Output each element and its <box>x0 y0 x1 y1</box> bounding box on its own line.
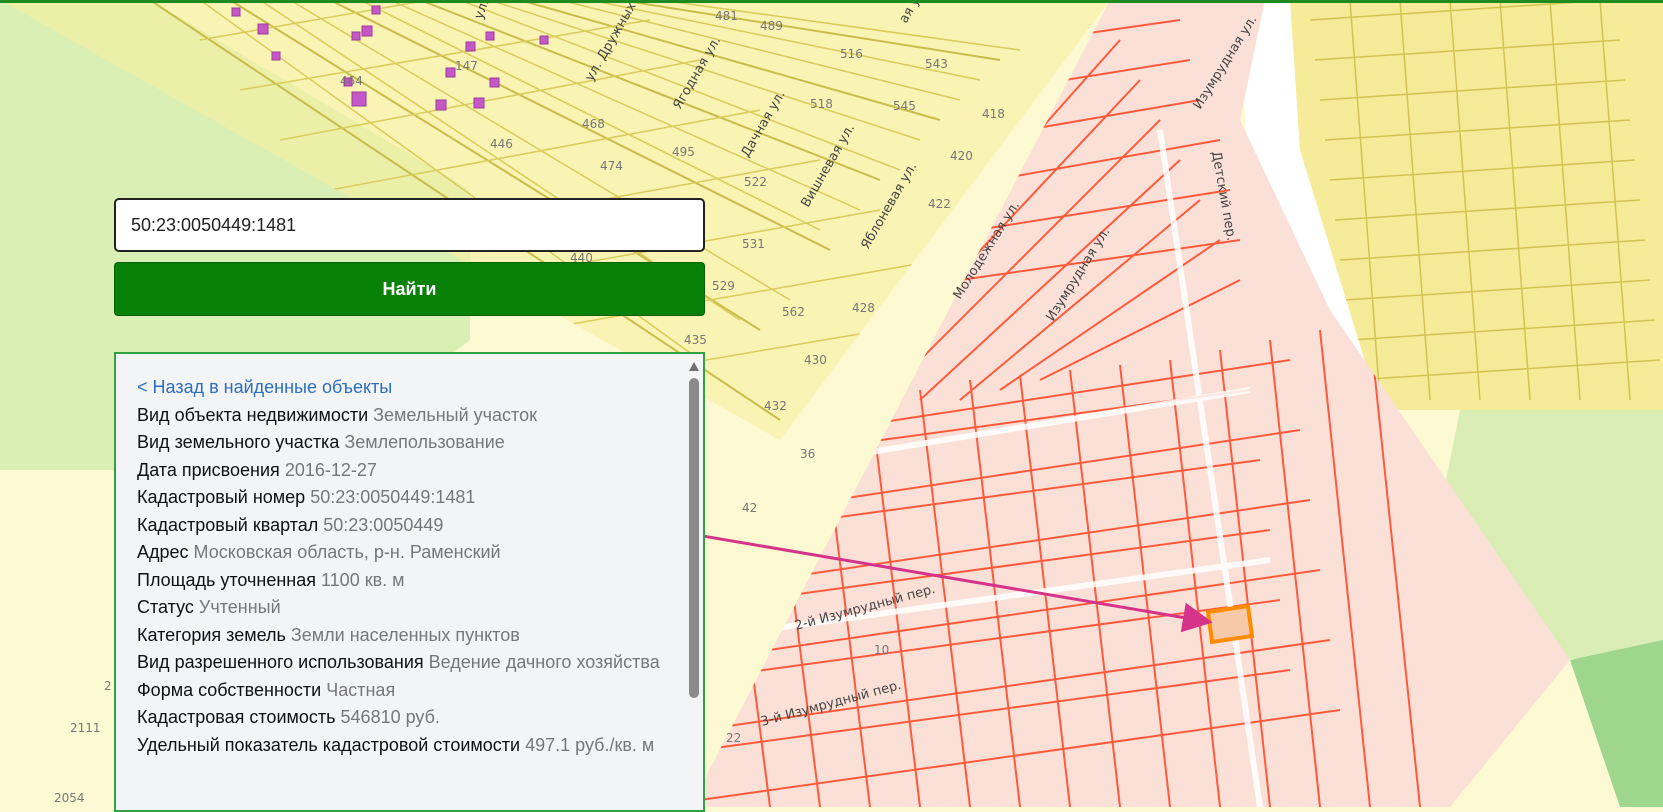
detail-label: Удельный показатель кадастровой стоимост… <box>137 734 521 755</box>
parcel-number: 489 <box>760 19 783 33</box>
find-button[interactable]: Найти <box>114 262 705 316</box>
detail-label: Дата присвоения <box>137 459 280 480</box>
parcel-number: 2054 <box>54 791 85 805</box>
detail-row: Кадастровый номер 50:23:0050449:1481 <box>137 484 677 512</box>
detail-label: Форма собственности <box>137 679 322 700</box>
detail-label: Кадастровый номер <box>137 487 306 507</box>
detail-label: Категория земель <box>137 624 286 645</box>
parcel-number: 10 <box>874 643 889 657</box>
detail-value: 2016-12-27 <box>284 459 377 480</box>
detail-label: Статус <box>137 597 194 617</box>
parcel-number: 22 <box>726 731 741 745</box>
detail-value: 50:23:0050449:1481 <box>310 487 476 507</box>
detail-value: Московская область, р-н. Раменский <box>193 542 501 562</box>
parcel-number: 36 <box>800 447 815 461</box>
detail-row: Кадастровая стоимость 546810 руб. <box>137 704 677 732</box>
detail-value: 1100 кв. м <box>321 569 405 590</box>
detail-row: Площадь уточненная 1100 кв. м <box>137 567 677 595</box>
detail-value: 497.1 руб./кв. м <box>525 734 655 755</box>
parcel-number: 428 <box>852 301 875 315</box>
parcel-number: 430 <box>804 353 827 367</box>
detail-row: Статус Учтенный <box>137 594 677 622</box>
detail-label: Адрес <box>137 542 189 562</box>
detail-label: Вид объекта недвижимости <box>137 404 369 425</box>
detail-value: Учтенный <box>198 597 281 617</box>
detail-label: Вид разрешенного использования <box>137 652 424 672</box>
detail-row: Вид земельного участка Землепользование <box>137 429 677 457</box>
top-accent-bar <box>0 0 1663 3</box>
detail-value: 546810 руб. <box>340 707 440 727</box>
detail-value: Землепользование <box>344 432 505 452</box>
parcel-number: 2 <box>104 679 112 693</box>
parcel-number: 522 <box>744 175 767 189</box>
parcel-number: 543 <box>925 57 948 71</box>
parcel-number: 422 <box>928 197 951 211</box>
detail-row: Категория земель Земли населенных пункто… <box>137 622 677 650</box>
detail-row: Вид разрешенного использования Ведение д… <box>137 649 677 677</box>
detail-value: 50:23:0050449 <box>323 514 444 535</box>
cadastral-search-input[interactable] <box>114 198 705 252</box>
detail-row: Кадастровый квартал 50:23:0050449 <box>137 512 677 540</box>
parcel-number: 42 <box>742 501 757 515</box>
search-box <box>114 198 705 252</box>
selected-parcel[interactable] <box>1205 603 1255 645</box>
parcel-number: 516 <box>840 47 863 61</box>
parcel-number: 432 <box>764 399 787 413</box>
detail-label: Кадастровая стоимость <box>137 707 336 727</box>
detail-label: Кадастровый квартал <box>137 514 319 535</box>
back-to-results-link[interactable]: < Назад в найденные объекты <box>137 374 677 402</box>
detail-value: Земельный участок <box>373 404 537 425</box>
detail-row: Вид объекта недвижимости Земельный участ… <box>137 402 677 430</box>
parcel-number: 446 <box>490 137 513 151</box>
parcel-number: 468 <box>582 117 605 131</box>
panel-scrollbar[interactable] <box>688 360 700 810</box>
scroll-up-arrow-icon[interactable] <box>689 362 699 371</box>
detail-value: Земли населенных пунктов <box>290 624 520 645</box>
parcel-number: 495 <box>672 145 695 159</box>
parcel-number: 420 <box>950 149 973 163</box>
parcel-number: 518 <box>810 97 833 111</box>
parcel-number: 474 <box>600 159 623 173</box>
parcel-number: 435 <box>684 333 707 347</box>
detail-label: Вид земельного участка <box>137 432 340 452</box>
scroll-thumb[interactable] <box>689 378 699 698</box>
detail-row: Форма собственности Частная <box>137 677 677 705</box>
detail-value: Ведение дачного хозяйства <box>428 652 660 672</box>
parcel-number: 2111 <box>70 721 101 735</box>
detail-value: Частная <box>326 679 396 700</box>
detail-label: Площадь уточненная <box>137 569 316 590</box>
parcel-number: 562 <box>782 305 805 319</box>
parcel-number: 481 <box>715 9 738 23</box>
detail-row: Адрес Московская область, р-н. Раменский <box>137 539 677 567</box>
parcel-number: 464 <box>340 74 363 88</box>
parcel-number: 147 <box>455 59 478 73</box>
parcel-number: 545 <box>893 99 916 113</box>
detail-row: Удельный показатель кадастровой стоимост… <box>137 732 677 760</box>
parcel-number: 529 <box>712 279 735 293</box>
parcel-number: 531 <box>742 237 765 251</box>
object-details-list: < Назад в найденные объекты Вид объекта … <box>137 374 677 759</box>
object-details-panel: < Назад в найденные объекты Вид объекта … <box>114 352 705 812</box>
detail-row: Дата присвоения 2016-12-27 <box>137 457 677 485</box>
parcel-number: 418 <box>982 107 1005 121</box>
